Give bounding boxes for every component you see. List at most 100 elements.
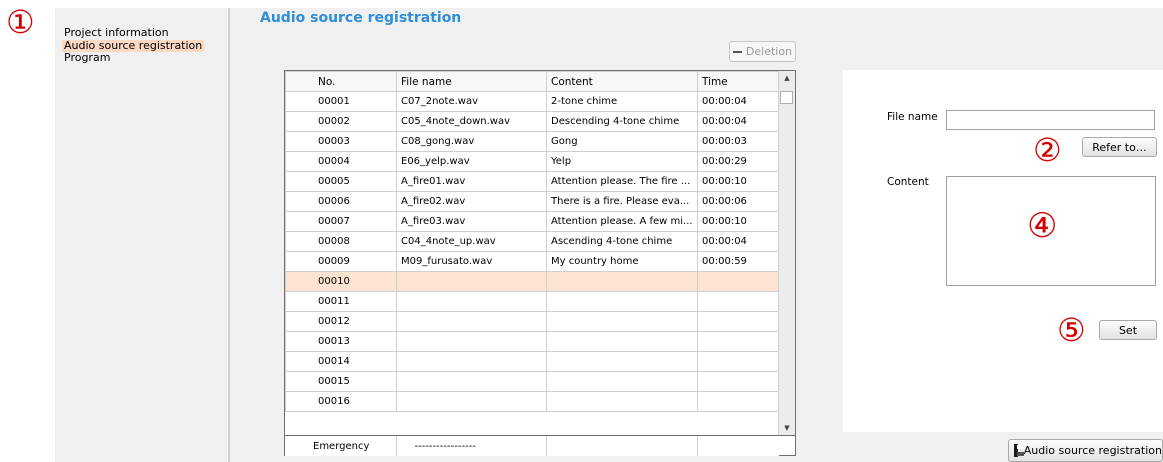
content-label: Content [887, 176, 929, 188]
deletion-button[interactable]: Deletion [729, 41, 796, 62]
file-name-input[interactable] [946, 110, 1155, 130]
table-row[interactable]: 00005 A_fire01.wav Attention please. The f… [285, 171, 780, 192]
emergency-time-cell [697, 436, 779, 456]
row-content-cell: Ascending 4-tone chime [546, 231, 698, 252]
row-time-cell [697, 351, 780, 372]
row-file-name-cell [396, 391, 547, 412]
table-row[interactable]: 00002 C05_4note_down.wav Descending 4-tone… [285, 111, 780, 132]
callout-5: ⑤ [1057, 311, 1086, 349]
row-file-name-cell [396, 351, 547, 372]
row-content-cell [546, 271, 698, 292]
row-time-cell: 00:00:10 [697, 211, 780, 232]
audio-source-registration-button-label: Audio source registration [1023, 444, 1162, 457]
table-scrollbar[interactable]: ▲ ▼ [778, 71, 795, 435]
row-time-cell: 00:00:29 [697, 151, 780, 172]
table-row[interactable]: 00013 [285, 331, 780, 352]
row-content-cell: Attention please. A few mi... [546, 211, 698, 232]
row-file-name-cell: A_fire01.wav [396, 171, 547, 192]
table-row[interactable]: 00003 C08_gong.wav Gong 00:00:03 [285, 131, 780, 152]
row-file-name-cell [396, 331, 547, 352]
set-button[interactable]: Set [1099, 320, 1157, 340]
table-row[interactable]: 00015 [285, 371, 780, 392]
left-navigation [55, 8, 227, 462]
row-no-cell: 00003 [285, 131, 397, 152]
emergency-label: Emergency [285, 436, 397, 456]
row-file-name-cell [396, 371, 547, 392]
row-no-cell: 00009 [285, 251, 397, 272]
row-content-cell [546, 311, 698, 332]
row-time-cell: 00:00:10 [697, 171, 780, 192]
emergency-file-cell: ----------------- [396, 436, 547, 456]
table-row[interactable]: 00007 A_fire03.wav Attention please. A few… [285, 211, 780, 232]
row-content-cell [546, 331, 698, 352]
nav-item-project-information[interactable]: Project information [62, 27, 171, 39]
row-no-cell: 00012 [285, 311, 397, 332]
row-time-cell: 00:00:03 [697, 131, 780, 152]
table-row[interactable]: 00006 A_fire02.wav There is a fire. Please… [285, 191, 780, 212]
row-file-name-cell [396, 311, 547, 332]
table-row[interactable]: 00012 [285, 311, 780, 332]
row-time-cell [697, 371, 780, 392]
row-no-cell: 00010 [285, 271, 397, 292]
row-no-cell: 00004 [285, 151, 397, 172]
row-content-cell: Attention please. The fire ... [546, 171, 698, 192]
table-row[interactable]: 00014 [285, 351, 780, 372]
callout-4: ④ [1027, 206, 1058, 246]
row-file-name-cell: M09_furusato.wav [396, 251, 547, 272]
row-time-cell: 00:00:04 [697, 91, 780, 112]
scroll-down-icon[interactable]: ▼ [779, 421, 795, 435]
row-time-cell [697, 391, 780, 412]
audio-source-grid: No. File name Content Time 00001 C07_2not… [285, 71, 780, 412]
save-icon [1014, 444, 1024, 457]
row-file-name-cell: A_fire03.wav [396, 211, 547, 232]
column-header-no[interactable]: No. [285, 71, 397, 92]
table-row[interactable]: 00008 C04_4note_up.wav Ascending 4-tone ch… [285, 231, 780, 252]
table-row[interactable]: 00009 M09_furusato.wav My country home 00:0… [285, 251, 780, 272]
row-file-name-cell: E06_yelp.wav [396, 151, 547, 172]
scrollbar-thumb[interactable] [780, 91, 793, 104]
row-file-name-cell: C04_4note_up.wav [396, 231, 547, 252]
row-content-cell: There is a fire. Please eva... [546, 191, 698, 212]
row-content-cell: 2-tone chime [546, 91, 698, 112]
row-time-cell: 00:00:06 [697, 191, 780, 212]
row-content-cell: Yelp [546, 151, 698, 172]
row-time-cell: 00:00:59 [697, 251, 780, 272]
minus-icon [732, 50, 742, 53]
page-title: Audio source registration [260, 10, 462, 26]
row-no-cell: 00006 [285, 191, 397, 212]
row-content-cell [546, 371, 698, 392]
callout-2: ② [1033, 131, 1062, 169]
callout-1: ① [6, 3, 35, 41]
table-row[interactable]: 00016 [285, 391, 780, 412]
nav-item-program[interactable]: Program [62, 52, 112, 64]
row-time-cell: 00:00:04 [697, 111, 780, 132]
column-header-content[interactable]: Content [546, 71, 698, 92]
row-time-cell [697, 271, 780, 292]
column-header-time[interactable]: Time [697, 71, 780, 92]
table-row[interactable]: 00011 [285, 291, 780, 312]
table-row[interactable]: 00001 C07_2note.wav 2-tone chime 00:00:04 [285, 91, 780, 112]
row-no-cell: 00014 [285, 351, 397, 372]
row-content-cell: Descending 4-tone chime [546, 111, 698, 132]
table-header-row: No. File name Content Time [285, 71, 780, 92]
row-file-name-cell: A_fire02.wav [396, 191, 547, 212]
row-content-cell: My country home [546, 251, 698, 272]
emergency-row[interactable]: Emergency ----------------- [285, 435, 795, 456]
row-time-cell [697, 331, 780, 352]
row-no-cell: 00008 [285, 231, 397, 252]
audio-source-registration-button[interactable]: Audio source registration [1008, 439, 1163, 462]
row-no-cell: 00001 [285, 91, 397, 112]
row-content-cell [546, 391, 698, 412]
table-row[interactable]: 00004 E06_yelp.wav Yelp 00:00:29 [285, 151, 780, 172]
scroll-up-icon[interactable]: ▲ [779, 71, 795, 85]
table-row[interactable]: 00010 [285, 271, 780, 292]
row-file-name-cell [396, 291, 547, 312]
row-no-cell: 00013 [285, 331, 397, 352]
audio-source-table: No. File name Content Time 00001 C07_2not… [284, 70, 796, 456]
row-no-cell: 00007 [285, 211, 397, 232]
file-name-label: File name [887, 111, 938, 123]
refer-to-button[interactable]: Refer to… [1082, 137, 1157, 157]
column-header-file-name[interactable]: File name [396, 71, 547, 92]
row-no-cell: 00002 [285, 111, 397, 132]
row-file-name-cell: C05_4note_down.wav [396, 111, 547, 132]
